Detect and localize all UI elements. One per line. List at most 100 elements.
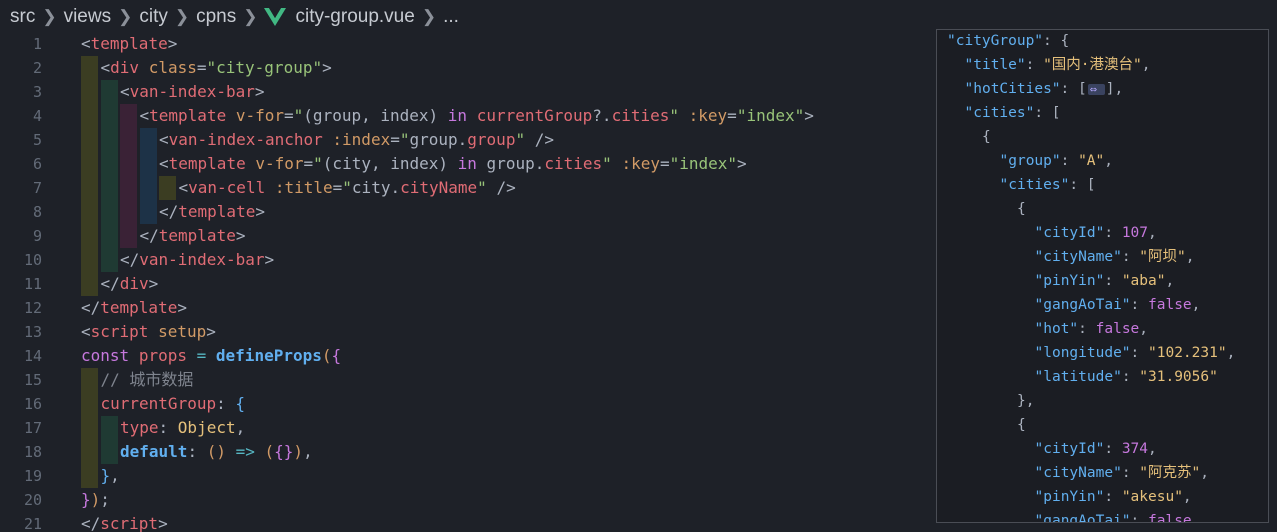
code-editor[interactable]: 1 <template> 2 <div class="city-group"> 3 <va…	[0, 32, 930, 532]
code-line[interactable]: 4 <template v-for="(group, index) in curr…	[0, 104, 930, 128]
code-line[interactable]: 13 <script setup>	[0, 320, 930, 344]
code-token: template	[168, 154, 246, 173]
code-token: van-index-bar	[139, 250, 265, 269]
json-token: :	[1121, 369, 1140, 385]
code-token: >	[235, 226, 246, 245]
code-line[interactable]: 19},	[0, 464, 930, 488]
code-text: // 城市数据	[101, 368, 194, 392]
code-line[interactable]: 12 </template>	[0, 296, 930, 320]
code-token: <	[81, 34, 91, 53]
code-token: props	[138, 346, 187, 365]
code-token: =	[303, 154, 314, 173]
json-token: "国内·港澳台"	[1043, 57, 1142, 73]
code-line[interactable]: 21 </script>	[0, 512, 930, 532]
code-line[interactable]: 16 currentGroup: {	[0, 392, 930, 416]
code-line[interactable]: 10 </van-index-bar>	[0, 248, 930, 272]
breadcrumb-item-views[interactable]: views	[64, 6, 112, 28]
json-line: "hot": false,	[1035, 317, 1149, 341]
line-number: 2	[32, 59, 42, 77]
code-token: (city, index)	[322, 154, 458, 173]
line-number: 18	[23, 443, 42, 461]
code-token: </	[81, 514, 101, 532]
code-token: cities	[611, 106, 670, 125]
code-token: "city-group"	[206, 58, 323, 77]
indent-guide	[100, 80, 118, 104]
code-token: ?.	[592, 106, 612, 125]
code-token: template	[90, 34, 168, 53]
json-token: "akesu"	[1121, 489, 1183, 505]
line-number: 13	[23, 323, 42, 341]
code-token: >	[264, 250, 275, 269]
code-token: cityName	[400, 178, 478, 197]
code-token: in	[457, 154, 477, 173]
indent-guide	[81, 440, 98, 464]
code-token: </	[159, 202, 179, 221]
code-text: </template>	[140, 224, 246, 248]
code-token: ,	[110, 466, 120, 485]
code-text: const props = defineProps({	[81, 344, 341, 368]
json-preview-panel[interactable]: "cityGroup": {"title": "国内·港澳台", "hotCiti…	[936, 29, 1269, 523]
indent-guide	[120, 224, 137, 248]
code-token: script	[90, 322, 149, 341]
indent-guide	[81, 104, 98, 128]
indent-guide	[139, 128, 157, 152]
json-token: ,	[1141, 57, 1151, 73]
indent-guide	[81, 152, 98, 176]
code-token: <	[139, 106, 150, 125]
code-line[interactable]: 7 <van-cell :title="city.cityName" />	[0, 176, 930, 200]
json-line: "group": "A",	[1000, 149, 1114, 173]
code-token: default	[120, 442, 188, 461]
line-number: 5	[32, 131, 42, 149]
json-token: :	[1104, 489, 1122, 505]
code-token: group	[467, 130, 516, 149]
code-line[interactable]: 6 <template v-for="(city, index) in group…	[0, 152, 930, 176]
json-token: ,	[1148, 225, 1157, 241]
breadcrumb-item-src[interactable]: src	[10, 6, 35, 28]
breadcrumb-item-cpns[interactable]: cpns	[196, 6, 236, 28]
code-line[interactable]: 18 default: () => ({}),	[0, 440, 930, 464]
indent-guide	[81, 176, 98, 200]
code-line[interactable]: 17 type: Object,	[0, 416, 930, 440]
code-token: =	[332, 178, 343, 197]
code-token: type	[120, 418, 159, 437]
line-number: 1	[32, 35, 42, 53]
indent-guide	[81, 128, 98, 152]
code-token: >	[158, 514, 168, 532]
code-line[interactable]: 20});	[0, 488, 930, 512]
code-token: <	[81, 322, 91, 341]
code-line[interactable]: 3 <van-index-bar>	[0, 80, 930, 104]
breadcrumb-item-trail[interactable]: ...	[443, 6, 459, 28]
code-line[interactable]: 11 </div>	[0, 272, 930, 296]
json-token: "hot"	[1034, 321, 1079, 337]
breadcrumb-item-file[interactable]: city-group.vue	[295, 6, 414, 28]
code-token: >	[737, 154, 747, 173]
indent-guide	[81, 392, 98, 416]
code-token: template	[178, 202, 256, 221]
code-line[interactable]: 2 <div class="city-group">	[0, 56, 930, 80]
json-token: : [	[1060, 81, 1087, 97]
code-line[interactable]: 14 const props = defineProps({	[0, 344, 930, 368]
line-number: 17	[23, 419, 42, 437]
indent-guide	[100, 224, 118, 248]
folded-content-icon[interactable]	[1087, 77, 1105, 101]
code-token: template	[100, 298, 178, 317]
code-token: =	[196, 346, 207, 365]
line-number: 6	[32, 155, 42, 173]
code-line[interactable]: 9 </template>	[0, 224, 930, 248]
code-token: currentGroup	[476, 106, 593, 125]
json-line: "latitude": "31.9056"	[1035, 365, 1218, 389]
indent-guide	[120, 152, 137, 176]
chevron-right-icon: ❯	[243, 7, 258, 26]
code-token: :	[158, 418, 178, 437]
code-text: type: Object,	[120, 416, 245, 440]
code-line[interactable]: 1 <template>	[0, 32, 930, 56]
code-text: <van-index-bar>	[120, 80, 265, 104]
code-token: {	[235, 394, 245, 413]
code-line[interactable]: 8 </template>	[0, 200, 930, 224]
indent-guide	[100, 104, 118, 128]
breadcrumb-item-city[interactable]: city	[139, 6, 168, 28]
code-line[interactable]: 15 // 城市数据	[0, 368, 930, 392]
code-line[interactable]: 5 <van-index-anchor :index="group.group" …	[0, 128, 930, 152]
